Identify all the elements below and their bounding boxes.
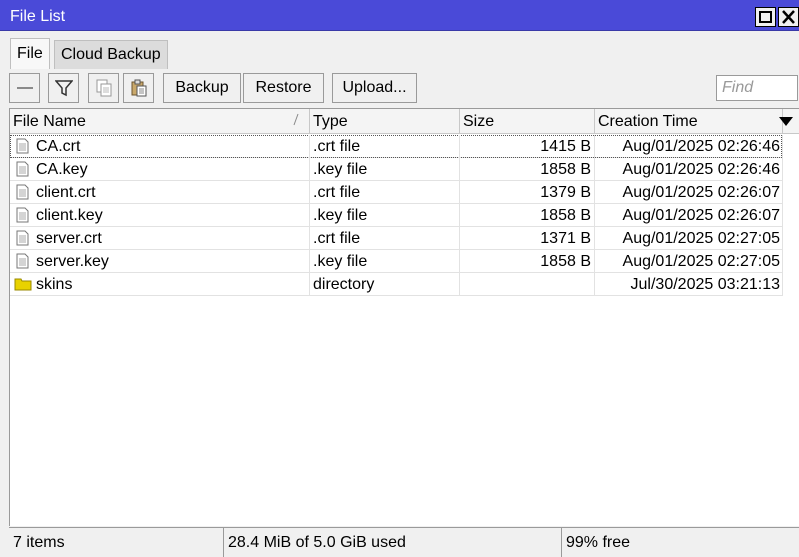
status-item-count: 7 items bbox=[9, 528, 224, 557]
cell-size: 1858 B bbox=[460, 158, 595, 181]
copy-button[interactable] bbox=[88, 73, 119, 103]
cell-size: 1415 B bbox=[460, 135, 595, 158]
close-button[interactable] bbox=[778, 7, 799, 27]
toolbar: Backup Restore Upload... Find bbox=[0, 69, 799, 107]
cell-type: .key file bbox=[310, 158, 460, 181]
column-header-creation-time[interactable]: Creation Time bbox=[595, 109, 783, 134]
paste-icon bbox=[131, 79, 147, 97]
table-header: File Name Type Size Creation Time bbox=[10, 109, 799, 134]
column-header-type[interactable]: Type bbox=[310, 109, 460, 134]
window-title: File List bbox=[10, 8, 66, 25]
paste-button[interactable] bbox=[123, 73, 154, 103]
status-bar: 7 items 28.4 MiB of 5.0 GiB used 99% fre… bbox=[9, 527, 799, 557]
cell-creation-time: Aug/01/2025 02:26:07 bbox=[595, 181, 783, 204]
close-icon bbox=[782, 10, 795, 24]
table-row[interactable]: client.key .key file 1858 B Aug/01/2025 02:… bbox=[10, 204, 783, 227]
cell-file-name: CA.crt bbox=[10, 135, 310, 158]
column-header-label: Type bbox=[313, 113, 348, 130]
cell-creation-time: Aug/01/2025 02:26:07 bbox=[595, 204, 783, 227]
cell-creation-time: Aug/01/2025 02:26:46 bbox=[595, 158, 783, 181]
cell-type: .crt file bbox=[310, 135, 460, 158]
backup-button[interactable]: Backup bbox=[163, 73, 241, 103]
upload-button[interactable]: Upload... bbox=[332, 73, 417, 103]
tab-cloud-backup[interactable]: Cloud Backup bbox=[54, 40, 168, 69]
cell-size: 1379 B bbox=[460, 181, 595, 204]
cell-type: .key file bbox=[310, 250, 460, 273]
copy-icon bbox=[96, 79, 112, 97]
cell-file-name: server.key bbox=[10, 250, 310, 273]
table-row[interactable]: CA.crt .crt file 1415 B Aug/01/2025 02:26:4… bbox=[10, 135, 783, 158]
column-menu-icon[interactable] bbox=[778, 114, 794, 128]
cell-creation-time: Aug/01/2025 02:26:46 bbox=[595, 135, 783, 158]
status-free-space: 99% free bbox=[566, 534, 631, 551]
filter-button[interactable] bbox=[48, 73, 79, 103]
cell-type: .key file bbox=[310, 204, 460, 227]
cell-size: 1858 B bbox=[460, 250, 595, 273]
cell-file-name: server.crt bbox=[10, 227, 310, 250]
column-header-size[interactable]: Size bbox=[460, 109, 595, 134]
table-row[interactable]: client.crt .crt file 1379 B Aug/01/2025 02:… bbox=[10, 181, 783, 204]
sort-indicator-icon bbox=[293, 113, 299, 126]
status-disk-usage: 28.4 MiB of 5.0 GiB used bbox=[224, 528, 562, 557]
cell-size bbox=[460, 273, 595, 296]
column-header-label: Creation Time bbox=[598, 113, 698, 130]
column-header-label: File Name bbox=[13, 113, 86, 130]
find-input[interactable]: Find bbox=[716, 75, 798, 101]
cell-creation-time: Jul/30/2025 03:21:13 bbox=[595, 273, 783, 296]
cell-file-name: skins bbox=[10, 273, 310, 296]
table-row[interactable]: CA.key .key file 1858 B Aug/01/2025 02:26:4… bbox=[10, 158, 783, 181]
cell-size: 1371 B bbox=[460, 227, 595, 250]
cell-type: directory bbox=[310, 273, 460, 296]
column-header-file-name[interactable]: File Name bbox=[10, 109, 310, 134]
restore-button[interactable]: Restore bbox=[243, 73, 324, 103]
maximize-button[interactable] bbox=[755, 7, 776, 27]
remove-button[interactable] bbox=[9, 73, 40, 103]
column-header-label: Size bbox=[463, 113, 495, 130]
table-row[interactable]: server.crt .crt file 1371 B Aug/01/2025 02:… bbox=[10, 227, 783, 250]
maximize-icon bbox=[759, 11, 772, 23]
tab-bar: File Cloud Backup bbox=[0, 31, 799, 69]
filter-icon bbox=[55, 80, 73, 97]
minus-icon bbox=[17, 87, 33, 89]
cell-type: .crt file bbox=[310, 181, 460, 204]
cell-size: 1858 B bbox=[460, 204, 595, 227]
file-table: File Name Type Size Creation Time CA.crt… bbox=[9, 108, 799, 526]
cell-file-name: client.crt bbox=[10, 181, 310, 204]
cell-type: .crt file bbox=[310, 227, 460, 250]
cell-creation-time: Aug/01/2025 02:27:05 bbox=[595, 227, 783, 250]
table-row[interactable]: server.key .key file 1858 B Aug/01/2025 02:… bbox=[10, 250, 783, 273]
table-row[interactable]: skins directory Jul/30/2025 03:21:13 bbox=[10, 273, 783, 296]
cell-file-name: client.key bbox=[10, 204, 310, 227]
tab-file[interactable]: File bbox=[10, 38, 50, 69]
cell-file-name: CA.key bbox=[10, 158, 310, 181]
cell-creation-time: Aug/01/2025 02:27:05 bbox=[595, 250, 783, 273]
window-titlebar: File List bbox=[0, 0, 799, 31]
